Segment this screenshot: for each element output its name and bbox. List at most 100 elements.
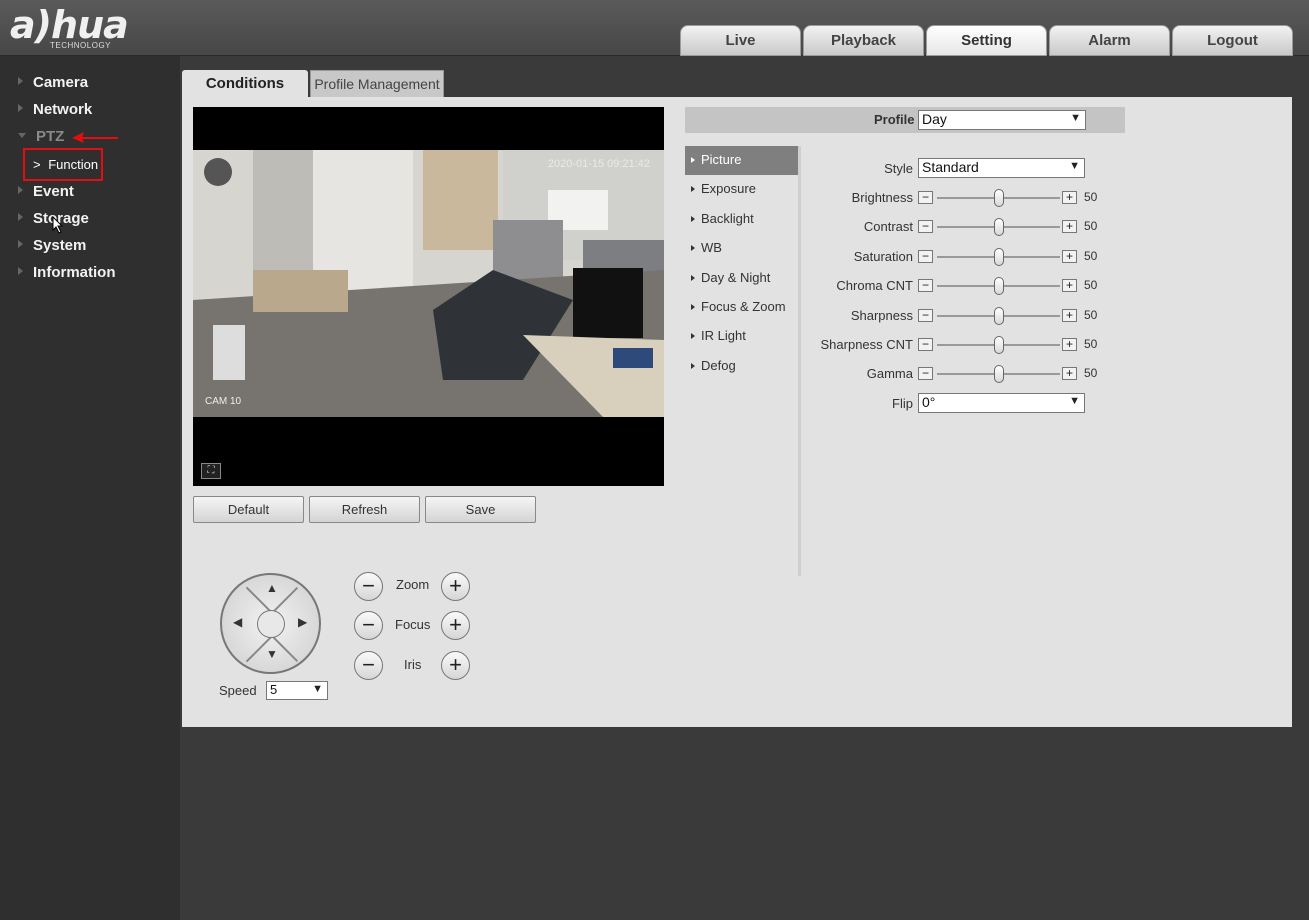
sharpness-value: 50 bbox=[1084, 308, 1098, 322]
style-label: Style bbox=[884, 161, 913, 176]
plus-icon[interactable]: + bbox=[1062, 279, 1077, 292]
tab-live[interactable]: Live bbox=[680, 25, 801, 56]
focus-minus-button[interactable]: − bbox=[354, 611, 383, 640]
focus-label: Focus bbox=[395, 617, 431, 632]
chevron-down-icon: ▼ bbox=[1069, 160, 1080, 172]
tab-conditions[interactable]: Conditions bbox=[182, 70, 308, 97]
sharpness-cnt-slider[interactable]: − + bbox=[918, 336, 1080, 354]
ptz-direction-pad[interactable]: ▲ ▼ ◀ ▶ bbox=[220, 573, 321, 674]
plus-icon[interactable]: + bbox=[1062, 309, 1077, 322]
saturation-value: 50 bbox=[1084, 249, 1098, 263]
focus-plus-button[interactable]: + bbox=[441, 611, 470, 640]
profile-select-value: Day bbox=[922, 111, 947, 127]
fullscreen-icon[interactable]: ⛶ bbox=[201, 463, 221, 479]
speed-select[interactable]: 5 ▼ bbox=[266, 681, 328, 700]
tab-playback[interactable]: Playback bbox=[803, 25, 924, 56]
style-select-value: Standard bbox=[922, 159, 979, 175]
slider-thumb[interactable] bbox=[994, 307, 1004, 325]
slider-thumb[interactable] bbox=[994, 218, 1004, 236]
ptz-center-button[interactable] bbox=[257, 610, 285, 638]
brightness-slider[interactable]: − + bbox=[918, 189, 1080, 207]
plus-icon[interactable]: + bbox=[1062, 367, 1077, 380]
slider-thumb[interactable] bbox=[994, 336, 1004, 354]
menu-item-defog[interactable]: Defog bbox=[685, 352, 798, 381]
gamma-slider[interactable]: − + bbox=[918, 365, 1080, 383]
flip-select[interactable]: 0° ▼ bbox=[918, 393, 1085, 413]
menu-item-label: WB bbox=[701, 240, 722, 256]
tab-alarm[interactable]: Alarm bbox=[1049, 25, 1170, 56]
arrow-right-icon[interactable]: ▶ bbox=[298, 615, 307, 629]
saturation-slider[interactable]: − + bbox=[918, 248, 1080, 266]
plus-icon[interactable]: + bbox=[1062, 250, 1077, 263]
plus-icon[interactable]: + bbox=[1062, 338, 1077, 351]
brightness-label: Brightness bbox=[851, 190, 913, 205]
minus-icon[interactable]: − bbox=[918, 279, 933, 292]
minus-icon[interactable]: − bbox=[918, 220, 933, 233]
arrow-up-icon[interactable]: ▲ bbox=[266, 581, 278, 595]
arrow-down-icon[interactable]: ▼ bbox=[266, 647, 278, 661]
menu-item-wb[interactable]: WB bbox=[685, 234, 798, 263]
chroma-cnt-slider[interactable]: − + bbox=[918, 277, 1080, 295]
plus-icon[interactable]: + bbox=[1062, 191, 1077, 204]
menu-item-exposure[interactable]: Exposure bbox=[685, 175, 798, 204]
sidebar-item-camera[interactable]: Camera bbox=[18, 74, 88, 91]
menu-item-picture[interactable]: Picture bbox=[685, 146, 798, 176]
minus-icon[interactable]: − bbox=[918, 309, 933, 322]
default-button[interactable]: Default bbox=[193, 496, 304, 523]
refresh-button[interactable]: Refresh bbox=[309, 496, 420, 523]
zoom-plus-button[interactable]: + bbox=[441, 572, 470, 601]
menu-triangle-icon bbox=[691, 333, 695, 340]
tab-profile-management[interactable]: Profile Management bbox=[310, 70, 444, 97]
sharpness-label: Sharpness bbox=[850, 308, 913, 323]
expand-triangle-icon bbox=[18, 77, 23, 85]
chevron-down-icon: ▼ bbox=[1069, 395, 1080, 407]
iris-plus-button[interactable]: + bbox=[441, 651, 470, 680]
sidebar-item-event[interactable]: Event bbox=[18, 183, 74, 200]
arrow-left-icon[interactable]: ◀ bbox=[233, 615, 242, 629]
menu-triangle-icon bbox=[691, 157, 695, 163]
sidebar-item-ptz[interactable]: PTZ bbox=[18, 128, 64, 145]
menu-item-backlight[interactable]: Backlight bbox=[685, 205, 798, 234]
sharpness-slider[interactable]: − + bbox=[918, 307, 1080, 325]
slider-thumb[interactable] bbox=[994, 277, 1004, 295]
iris-minus-button[interactable]: − bbox=[354, 651, 383, 680]
tab-setting[interactable]: Setting bbox=[926, 25, 1047, 56]
slider-thumb[interactable] bbox=[994, 248, 1004, 266]
sidebar-item-system[interactable]: System bbox=[18, 237, 86, 254]
menu-item-day-night[interactable]: Day & Night bbox=[685, 264, 798, 293]
save-button[interactable]: Save bbox=[425, 496, 536, 523]
minus-icon[interactable]: − bbox=[918, 191, 933, 204]
menu-item-focus-zoom[interactable]: Focus & Zoom bbox=[685, 293, 798, 322]
office-scene-image bbox=[193, 150, 664, 417]
sidebar-subitem-function[interactable]: > Function bbox=[23, 148, 103, 181]
zoom-minus-button[interactable]: − bbox=[354, 572, 383, 601]
slider-thumb[interactable] bbox=[994, 365, 1004, 383]
minus-icon[interactable]: − bbox=[918, 250, 933, 263]
sharpness-cnt-label: Sharpness CNT bbox=[820, 337, 913, 352]
minus-icon[interactable]: − bbox=[918, 338, 933, 351]
flip-select-value: 0° bbox=[922, 394, 936, 410]
contrast-slider[interactable]: − + bbox=[918, 218, 1080, 236]
tab-logout[interactable]: Logout bbox=[1172, 25, 1293, 56]
sidebar-item-label: PTZ bbox=[36, 128, 65, 145]
sidebar-item-information[interactable]: Information bbox=[18, 264, 116, 281]
zoom-label: Zoom bbox=[396, 577, 430, 592]
profile-select[interactable]: Day ▼ bbox=[918, 110, 1086, 130]
chevron-down-icon: ▼ bbox=[312, 683, 323, 695]
menu-item-label: Day & Night bbox=[701, 269, 771, 285]
style-select[interactable]: Standard ▼ bbox=[918, 158, 1085, 178]
chroma-cnt-label: Chroma CNT bbox=[836, 278, 913, 293]
expand-triangle-icon bbox=[18, 267, 23, 275]
main-nav-tabs: Live Playback Setting Alarm Logout bbox=[680, 25, 1293, 56]
sidebar-item-label: Camera bbox=[33, 74, 89, 91]
menu-item-label: Focus & Zoom bbox=[701, 298, 786, 314]
plus-icon[interactable]: + bbox=[1062, 220, 1077, 233]
menu-item-ir-light[interactable]: IR Light bbox=[685, 322, 798, 351]
sidebar-item-network[interactable]: Network bbox=[18, 101, 92, 118]
gamma-label: Gamma bbox=[866, 366, 913, 381]
sidebar-item-label: System bbox=[33, 237, 87, 254]
camera-feed-image: 2020-01-15 09:21:42 CAM 10 bbox=[193, 150, 664, 417]
slider-thumb[interactable] bbox=[994, 189, 1004, 207]
menu-triangle-icon bbox=[691, 215, 695, 222]
minus-icon[interactable]: − bbox=[918, 367, 933, 380]
